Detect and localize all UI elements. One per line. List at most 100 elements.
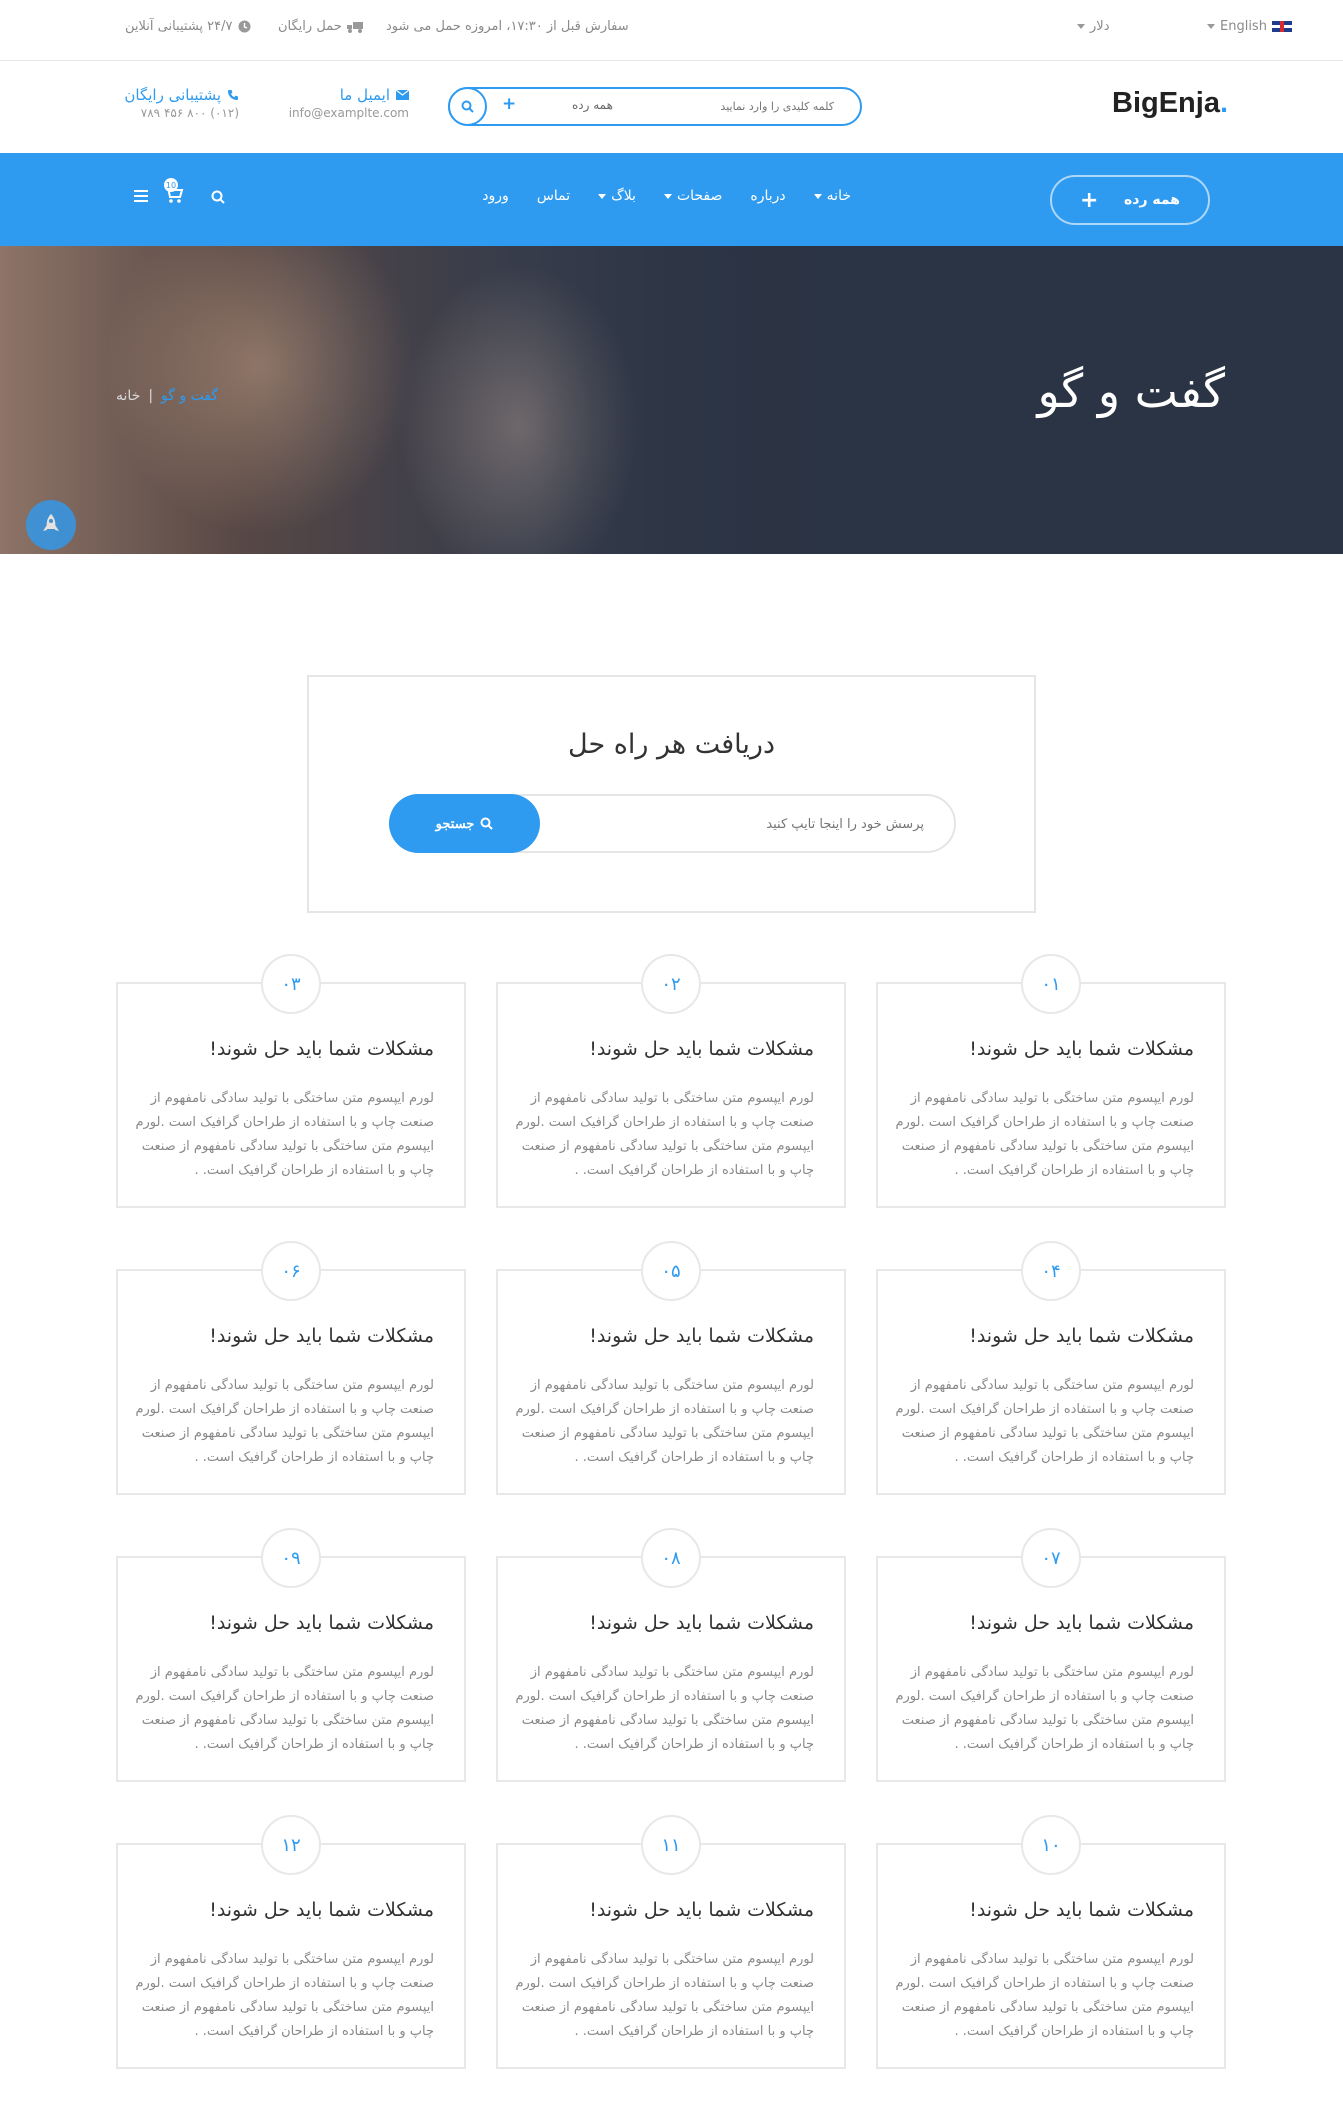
help-search-panel: دریافت هر راه حل جستجو (307, 675, 1036, 913)
faq-card-body: لورم ایپسوم متن ساختگی با تولید سادگی نا… (515, 1378, 814, 1465)
faq-card: ۰۸ مشکلات شما باید حل شوند! لورم ایپسوم … (496, 1528, 846, 1782)
chevron-down-icon (663, 193, 672, 199)
faq-card-title: مشکلات شما باید حل شوند! (969, 1899, 1194, 1921)
breadcrumb: خانه | گفت و گو (116, 388, 218, 404)
search-input[interactable] (664, 95, 834, 117)
faq-card-title: مشکلات شما باید حل شوند! (589, 1612, 814, 1634)
online-support-label: ۲۴/۷ پشتیبانی آنلاین (125, 19, 233, 34)
faq-card-body: لورم ایپسوم متن ساختگی با تولید سادگی نا… (895, 1378, 1194, 1465)
page-hero: گفت و گو خانه | گفت و گو (0, 246, 1343, 554)
page-title: گفت و گو (1037, 364, 1225, 418)
uk-flag-icon (1271, 21, 1292, 32)
faq-card-title: مشکلات شما باید حل شوند! (969, 1612, 1194, 1634)
faq-card-title: مشکلات شما باید حل شوند! (969, 1038, 1194, 1060)
all-categories-button[interactable]: + همه رده (1050, 175, 1210, 225)
faq-card: ۰۵ مشکلات شما باید حل شوند! لورم ایپسوم … (496, 1241, 846, 1495)
nav-item-label: خانه (826, 188, 851, 204)
faq-card-number: ۰۲ (641, 954, 701, 1014)
phone-icon (228, 90, 238, 100)
help-search-button[interactable]: جستجو (389, 794, 540, 853)
free-shipping-label: حمل رایگان (278, 19, 342, 34)
currency-label: دلار (1090, 19, 1110, 34)
help-search-button-label: جستجو (435, 815, 475, 831)
currency-selector[interactable]: دلار (1077, 19, 1109, 34)
hamburger-menu-icon (134, 190, 148, 202)
faq-card-body: لورم ایپسوم متن ساختگی با تولید سادگی نا… (135, 1952, 434, 2039)
faq-card-number: ۰۱ (1021, 954, 1081, 1014)
logo-text: BigEnja (1112, 87, 1220, 119)
faq-card: ۰۳ مشکلات شما باید حل شوند! لورم ایپسوم … (116, 954, 466, 1208)
nav-item-about[interactable]: درباره (736, 188, 799, 204)
plus-icon[interactable]: + (502, 94, 516, 114)
rocket-icon (43, 514, 59, 531)
help-search-input[interactable] (564, 812, 924, 836)
header: BigEnja. + همه رده ایمیل ما info@examplt… (0, 61, 1343, 153)
faq-card-title: مشکلات شما باید حل شوند! (209, 1038, 434, 1060)
search-icon (461, 100, 474, 113)
faq-card: ۰۱ مشکلات شما باید حل شوند! لورم ایپسوم … (876, 954, 1226, 1208)
breadcrumb-home[interactable]: خانه (116, 388, 140, 404)
faq-card-number: ۰۸ (641, 1528, 701, 1588)
chevron-down-icon (1077, 24, 1085, 29)
faq-card: ۰۲ مشکلات شما باید حل شوند! لورم ایپسوم … (496, 954, 846, 1208)
faq-card: ۰۹ مشکلات شما باید حل شوند! لورم ایپسوم … (116, 1528, 466, 1782)
faq-card-number: ۰۶ (261, 1241, 321, 1301)
faq-card-title: مشکلات شما باید حل شوند! (209, 1899, 434, 1921)
support-phone: (۰۱۲) ۸۰۰ ۴۵۶ ۷۸۹ (140, 106, 239, 120)
faq-card-number: ۰۳ (261, 954, 321, 1014)
nav-item-label: درباره (750, 188, 786, 204)
breadcrumb-current: گفت و گو (161, 388, 219, 404)
scroll-to-top-button[interactable] (26, 500, 76, 550)
menu-button[interactable] (134, 190, 148, 202)
help-heading: دریافت هر راه حل (568, 729, 775, 760)
nav-item-label: بلاگ (611, 188, 636, 204)
envelope-icon (396, 90, 409, 100)
header-search: + همه رده (448, 87, 862, 126)
nav-item-blog[interactable]: بلاگ (584, 188, 650, 204)
main-navbar: + همه رده خانه درباره صفحات بلاگ تماس ور… (0, 153, 1343, 246)
faq-card-number: ۰۵ (641, 1241, 701, 1301)
faq-card-title: مشکلات شما باید حل شوند! (209, 1612, 434, 1634)
language-label: English (1220, 19, 1267, 34)
search-button[interactable] (448, 87, 487, 126)
faq-card-title: مشکلات شما باید حل شوند! (589, 1899, 814, 1921)
faq-card-title: مشکلات شما باید حل شوند! (969, 1325, 1194, 1347)
faq-card-body: لورم ایپسوم متن ساختگی با تولید سادگی نا… (895, 1952, 1194, 2039)
faq-card: ۱۰ مشکلات شما باید حل شوند! لورم ایپسوم … (876, 1815, 1226, 2069)
faq-card-number: ۰۴ (1021, 1241, 1081, 1301)
free-shipping: حمل رایگان (278, 19, 364, 34)
chevron-down-icon (598, 193, 607, 199)
faq-card-number: ۰۹ (261, 1528, 321, 1588)
online-support: ۲۴/۷ پشتیبانی آنلاین (125, 19, 251, 34)
email-contact[interactable]: ایمیل ما info@examplte.com (274, 86, 409, 120)
search-icon (480, 817, 494, 830)
nav-item-label: تماس (536, 188, 571, 204)
cart-button[interactable]: 10 (164, 178, 188, 204)
logo-dot: . (1219, 87, 1229, 119)
faq-card-number: ۱۰ (1021, 1815, 1081, 1875)
faq-card: ۱۱ مشکلات شما باید حل شوند! لورم ایپسوم … (496, 1815, 846, 2069)
nav-item-pages[interactable]: صفحات (650, 188, 736, 204)
nav-search-button[interactable] (211, 186, 225, 204)
faq-card-number: ۰۷ (1021, 1528, 1081, 1588)
faq-card-body: لورم ایپسوم متن ساختگی با تولید سادگی نا… (515, 1091, 814, 1178)
phone-contact[interactable]: پشتیبانی رایگان (۰۱۲) ۸۰۰ ۴۵۶ ۷۸۹ (114, 86, 239, 120)
nav-item-login[interactable]: ورود (468, 188, 523, 204)
search-icon (211, 190, 225, 204)
faq-card-body: لورم ایپسوم متن ساختگی با تولید سادگی نا… (895, 1665, 1194, 1752)
search-category[interactable]: همه رده (572, 98, 613, 112)
chevron-down-icon (1207, 24, 1215, 29)
clock-icon (238, 20, 250, 33)
nav-links: خانه درباره صفحات بلاگ تماس ورود (468, 188, 865, 204)
nav-item-contact[interactable]: تماس (523, 188, 584, 204)
faq-card-body: لورم ایپسوم متن ساختگی با تولید سادگی نا… (135, 1378, 434, 1465)
logo[interactable]: BigEnja. (1112, 87, 1228, 120)
language-selector[interactable]: English (1207, 19, 1292, 34)
faq-card: ۰۶ مشکلات شما باید حل شوند! لورم ایپسوم … (116, 1241, 466, 1495)
faq-card-title: مشکلات شما باید حل شوند! (589, 1038, 814, 1060)
top-bar: English دلار سفارش قبل از ۱۷:۳۰، امروزه … (0, 0, 1343, 61)
faq-card-number: ۱۲ (261, 1815, 321, 1875)
faq-card-body: لورم ایپسوم متن ساختگی با تولید سادگی نا… (135, 1665, 434, 1752)
faq-card-number: ۱۱ (641, 1815, 701, 1875)
nav-item-home[interactable]: خانه (800, 188, 865, 204)
